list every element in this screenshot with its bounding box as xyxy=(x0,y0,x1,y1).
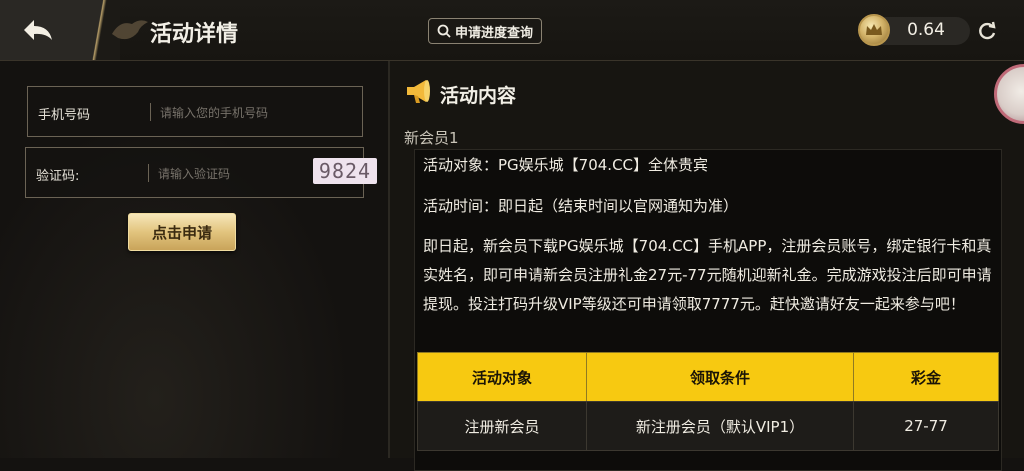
search-icon xyxy=(437,24,451,38)
table-cell: 注册新会员 xyxy=(417,401,587,451)
time-line: 活动时间：即日起（结束时间以官网通知为准） xyxy=(423,197,739,215)
dragon-emblem-icon xyxy=(110,14,150,46)
phone-label: 手机号码 xyxy=(38,108,91,123)
top-bar: 活动详情 申请进度查询 0.64 xyxy=(0,0,1024,61)
progress-query-button[interactable]: 申请进度查询 xyxy=(428,18,542,44)
description-text: 即日起，新会员下载PG娱乐城【704.CC】手机APP，注册会员账号，绑定银行卡… xyxy=(423,237,992,313)
phone-input[interactable] xyxy=(158,103,352,123)
verification-code-field: 验证码: 9824 xyxy=(25,147,377,198)
apply-button[interactable]: 点击申请 xyxy=(128,213,236,251)
phone-field: 手机号码 xyxy=(27,86,363,137)
field-divider xyxy=(148,164,149,182)
megaphone-icon xyxy=(407,80,430,103)
table-header: 彩金 xyxy=(853,352,999,402)
progress-query-label: 申请进度查询 xyxy=(454,25,533,41)
balance-value: 0.64 xyxy=(907,20,945,40)
page-title: 活动详情 xyxy=(150,22,239,47)
activity-details-box: 活动对象：PG娱乐城【704.CC】全体贵宾 活动时间：即日起（结束时间以官网通… xyxy=(414,149,1002,471)
refresh-icon[interactable] xyxy=(976,20,998,46)
captcha-image[interactable]: 9824 xyxy=(313,158,377,184)
field-divider xyxy=(150,103,151,121)
subsection-title: 新会员1 xyxy=(404,129,459,147)
table-header: 领取条件 xyxy=(586,352,854,402)
table-header: 活动对象 xyxy=(417,352,587,402)
code-input[interactable] xyxy=(156,164,300,184)
back-arrow-icon xyxy=(24,20,52,40)
code-label: 验证码: xyxy=(36,169,80,184)
application-form-panel: 手机号码 验证码: 9824 点击申请 xyxy=(0,61,388,458)
target-line: 活动对象：PG娱乐城【704.CC】全体贵宾 xyxy=(423,156,709,174)
coin-crown-icon xyxy=(858,14,890,46)
table-cell: 27-77 xyxy=(853,401,999,451)
table-cell: 新注册会员（默认VIP1） xyxy=(586,401,854,451)
section-title: 活动内容 xyxy=(440,85,517,107)
activity-content-panel: 活动内容 新会员1 活动对象：PG娱乐城【704.CC】全体贵宾 活动时间：即日… xyxy=(390,61,1024,471)
